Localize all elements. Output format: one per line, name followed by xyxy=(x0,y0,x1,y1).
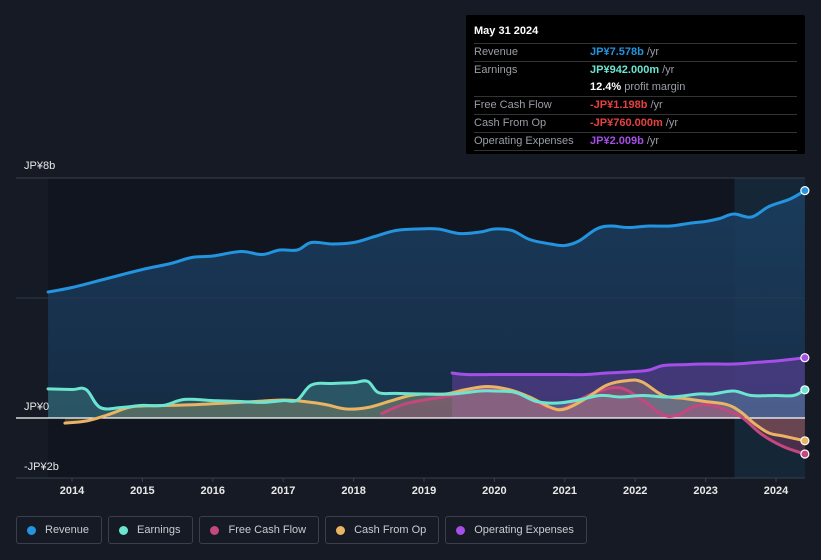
tooltip-label xyxy=(474,79,590,96)
legend-item-revenue[interactable]: Revenue xyxy=(16,516,103,544)
tooltip-label: Free Cash Flow xyxy=(474,99,552,111)
cash-from-op-endpoint xyxy=(800,436,810,446)
tooltip-row: Free Cash Flow -JP¥1.198b/yr xyxy=(474,97,797,115)
x-tick-label: 2023 xyxy=(693,485,717,497)
tooltip-value: JP¥942.000m xyxy=(590,64,660,76)
tooltip-value: 12.4% xyxy=(590,81,622,93)
tooltip-row: Earnings JP¥942.000m/yr xyxy=(474,62,797,79)
x-axis: 2014 2015 2016 2017 2018 2019 2020 2021 2022 2023… xyxy=(60,478,789,497)
tooltip-unit: /yr xyxy=(646,135,660,147)
legend-item-cash-from-op[interactable]: Cash From Op xyxy=(325,516,440,544)
tooltip-value: -JP¥760.000m xyxy=(590,117,663,129)
x-tick-label: 2020 xyxy=(482,485,506,497)
tooltip-date: May 31 2024 xyxy=(474,23,797,44)
tooltip-unit: /yr xyxy=(665,117,679,129)
legend-dot-icon xyxy=(336,525,346,535)
y-tick-label: -JP¥2b xyxy=(24,461,59,473)
tooltip-row: Operating Expenses JP¥2.009b/yr xyxy=(474,133,797,151)
tooltip-value: -JP¥1.198b xyxy=(590,99,648,111)
legend-item-earnings[interactable]: Earnings xyxy=(108,516,194,544)
legend-dot-icon xyxy=(119,525,129,535)
x-tick-label: 2018 xyxy=(341,485,365,497)
tooltip-label: Operating Expenses xyxy=(474,135,574,147)
legend-label: Operating Expenses xyxy=(474,524,574,536)
revenue-endpoint xyxy=(800,186,810,196)
legend-item-operating-expenses[interactable]: Operating Expenses xyxy=(445,516,587,544)
legend-dot-icon xyxy=(27,525,36,535)
tooltip-row: 12.4% profit margin xyxy=(474,79,797,97)
tooltip-unit: /yr xyxy=(650,99,663,111)
tooltip-label: Cash From Op xyxy=(474,117,547,129)
tooltip-row: Revenue JP¥7.578b/yr xyxy=(474,44,797,62)
legend-label: Free Cash Flow xyxy=(228,524,307,536)
tooltip-unit: /yr xyxy=(646,46,660,58)
tooltip-unit: /yr xyxy=(662,64,675,76)
legend-dot-icon xyxy=(456,525,466,535)
tooltip-rows: Revenue JP¥7.578b/yr Earnings JP¥942.000m/y… xyxy=(474,44,797,151)
legend-label: Cash From Op xyxy=(354,524,427,536)
tooltip-value: JP¥7.578b xyxy=(590,46,644,58)
tooltip: May 31 2024 Revenue JP¥7.578b/yr Earnings J… xyxy=(466,15,805,154)
earnings-endpoint xyxy=(800,385,810,395)
free-cash-flow-endpoint xyxy=(800,449,810,459)
legend-label: Revenue xyxy=(45,524,90,536)
x-tick-label: 2015 xyxy=(130,485,154,497)
x-tick-label: 2024 xyxy=(764,485,789,497)
y-tick-label: JP¥8b xyxy=(24,160,55,172)
legend-label: Earnings xyxy=(137,524,181,536)
y-tick-label: JP¥0 xyxy=(24,401,49,413)
x-tick-label: 2016 xyxy=(201,485,225,497)
tooltip-unit: profit margin xyxy=(624,81,686,93)
tooltip-row: Cash From Op -JP¥760.000m/yr xyxy=(474,115,797,133)
tooltip-value: JP¥2.009b xyxy=(590,135,644,147)
x-tick-label: 2021 xyxy=(553,485,577,497)
tooltip-label: Revenue xyxy=(474,46,519,58)
x-tick-label: 2019 xyxy=(412,485,436,497)
x-tick-label: 2017 xyxy=(271,485,295,497)
x-tick-label: 2014 xyxy=(60,485,85,497)
x-tick-label: 2022 xyxy=(623,485,647,497)
legend-item-free-cash-flow[interactable]: Free Cash Flow xyxy=(199,516,320,544)
tooltip-label: Earnings xyxy=(474,64,518,76)
legend: Revenue Earnings Free Cash Flow Cash From O… xyxy=(16,516,587,544)
operating-expenses-endpoint xyxy=(800,353,810,363)
legend-dot-icon xyxy=(210,525,220,535)
